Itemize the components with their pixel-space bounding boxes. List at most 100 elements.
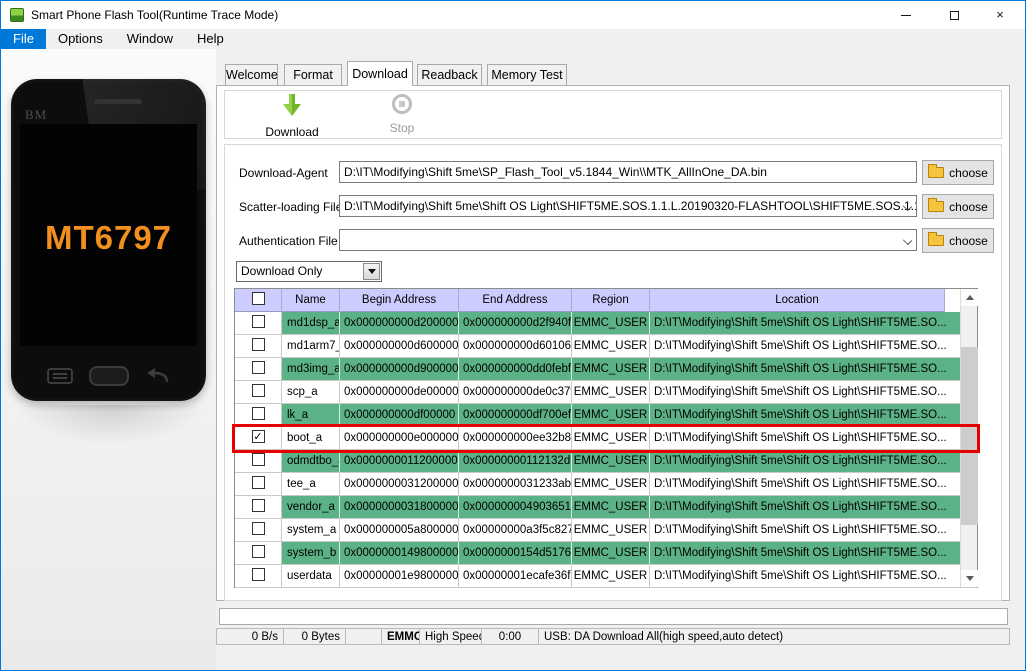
menu-window[interactable]: Window bbox=[115, 29, 185, 49]
cell-begin-address: 0x0000000149800000 bbox=[340, 542, 459, 565]
cell-location: D:\IT\Modifying\Shift 5me\Shift OS Light… bbox=[650, 312, 977, 335]
cell-name: userdata bbox=[282, 565, 340, 588]
cell-region: EMMC_USER bbox=[572, 335, 650, 358]
chevron-down-icon[interactable] bbox=[902, 235, 913, 246]
cell-begin-address: 0x000000000d200000 bbox=[340, 312, 459, 335]
table-row[interactable]: md1dsp_a 0x000000000d200000 0x000000000d… bbox=[235, 312, 977, 335]
cell-location: D:\IT\Modifying\Shift 5me\Shift OS Light… bbox=[650, 519, 977, 542]
download-agent-input[interactable]: D:\IT\Modifying\Shift 5me\SP_Flash_Tool_… bbox=[339, 161, 917, 183]
header-end-address[interactable]: End Address bbox=[459, 289, 572, 312]
menu-file[interactable]: File bbox=[1, 29, 46, 49]
cell-end-address: 0x0000000154d51767 bbox=[459, 542, 572, 565]
cell-end-address: 0x000000000de0c37f bbox=[459, 381, 572, 404]
table-row[interactable]: md1arm7_a 0x000000000d600000 0x000000000… bbox=[235, 335, 977, 358]
download-arrow-icon bbox=[283, 94, 301, 116]
table-row[interactable]: tee_a 0x0000000031200000 0x0000000031233… bbox=[235, 473, 977, 496]
auth-file-input[interactable] bbox=[339, 229, 917, 251]
cell-region: EMMC_USER bbox=[572, 496, 650, 519]
status-bar: 0 B/s 0 Bytes EMMC High Speed 0:00 USB: … bbox=[216, 628, 1010, 645]
row-checkbox[interactable] bbox=[251, 475, 265, 489]
header-select-all[interactable] bbox=[235, 289, 282, 312]
cell-name: vendor_a bbox=[282, 496, 340, 519]
scroll-up-button[interactable] bbox=[961, 289, 978, 306]
maximize-button[interactable] bbox=[931, 1, 977, 29]
row-checkbox[interactable] bbox=[251, 498, 265, 512]
auth-file-label: Authentication File bbox=[239, 234, 338, 248]
row-checkbox-cell[interactable] bbox=[235, 335, 282, 358]
row-checkbox-cell[interactable]: ✓ bbox=[235, 427, 282, 450]
phone-reflection bbox=[15, 405, 205, 445]
table-row[interactable]: md3img_a 0x000000000d900000 0x000000000d… bbox=[235, 358, 977, 381]
cell-region: EMMC_USER bbox=[572, 542, 650, 565]
download-agent-label: Download-Agent bbox=[239, 166, 328, 180]
scatter-file-choose-button[interactable]: choose bbox=[922, 194, 994, 219]
header-location[interactable]: Location bbox=[650, 289, 945, 312]
tab-download[interactable]: Download bbox=[347, 61, 413, 86]
close-button[interactable]: × bbox=[977, 1, 1023, 29]
row-checkbox-cell[interactable] bbox=[235, 542, 282, 565]
row-checkbox-cell[interactable] bbox=[235, 496, 282, 519]
table-row[interactable]: vendor_a 0x0000000031800000 0x0000000049… bbox=[235, 496, 977, 519]
row-checkbox[interactable] bbox=[251, 544, 265, 558]
download-agent-choose-button[interactable]: choose bbox=[922, 160, 994, 185]
row-checkbox-cell[interactable] bbox=[235, 473, 282, 496]
table-row[interactable]: ✓ boot_a 0x000000000e000000 0x000000000e… bbox=[232, 424, 980, 453]
table-row[interactable]: odmdtbo_a 0x0000000011200000 0x000000001… bbox=[235, 450, 977, 473]
cell-location: D:\IT\Modifying\Shift 5me\Shift OS Light… bbox=[650, 496, 977, 519]
row-checkbox-cell[interactable] bbox=[235, 381, 282, 404]
header-region[interactable]: Region bbox=[572, 289, 650, 312]
table-row[interactable]: lk_a 0x000000000df00000 0x000000000df700… bbox=[235, 404, 977, 427]
table-row[interactable]: system_a 0x000000005a800000 0x00000000a3… bbox=[235, 519, 977, 542]
tab-welcome[interactable]: Welcome bbox=[225, 64, 278, 85]
minimize-icon bbox=[901, 15, 911, 17]
table-row[interactable]: scp_a 0x000000000de00000 0x000000000de0c… bbox=[235, 381, 977, 404]
cell-region: EMMC_USER bbox=[572, 519, 650, 542]
menu-help[interactable]: Help bbox=[185, 29, 236, 49]
row-checkbox-cell[interactable] bbox=[235, 565, 282, 588]
cell-end-address: 0x00000000a3f5c827 bbox=[459, 519, 572, 542]
header-name[interactable]: Name bbox=[282, 289, 340, 312]
row-checkbox-cell[interactable] bbox=[235, 358, 282, 381]
row-checkbox[interactable] bbox=[251, 360, 265, 374]
auth-file-choose-button[interactable]: choose bbox=[922, 228, 994, 253]
scatter-file-input[interactable]: D:\IT\Modifying\Shift 5me\Shift OS Light… bbox=[339, 195, 917, 217]
row-checkbox[interactable]: ✓ bbox=[251, 429, 265, 443]
flash-mode-select[interactable]: Download Only bbox=[236, 261, 382, 282]
header-begin-address[interactable]: Begin Address bbox=[340, 289, 459, 312]
row-checkbox[interactable] bbox=[251, 452, 265, 466]
tab-readback[interactable]: Readback bbox=[417, 64, 482, 85]
download-button[interactable]: Download bbox=[247, 94, 337, 139]
cell-end-address: 0x000000000ee32b8f bbox=[459, 427, 572, 450]
cell-region: EMMC_USER bbox=[572, 427, 650, 450]
table-row[interactable]: system_b 0x0000000149800000 0x0000000154… bbox=[235, 542, 977, 565]
row-checkbox[interactable] bbox=[251, 337, 265, 351]
cell-end-address: 0x000000000dd0febf bbox=[459, 358, 572, 381]
row-checkbox[interactable] bbox=[251, 406, 265, 420]
row-checkbox[interactable] bbox=[251, 383, 265, 397]
table-row[interactable]: userdata 0x00000001e9800000 0x00000001ec… bbox=[235, 565, 977, 588]
cell-location: D:\IT\Modifying\Shift 5me\Shift OS Light… bbox=[650, 335, 977, 358]
row-checkbox-cell[interactable] bbox=[235, 312, 282, 335]
row-checkbox-cell[interactable] bbox=[235, 404, 282, 427]
status-elapsed-time: 0:00 bbox=[482, 628, 539, 645]
minimize-button[interactable] bbox=[883, 1, 929, 29]
tab-format[interactable]: Format bbox=[284, 64, 342, 85]
status-empty bbox=[346, 628, 382, 645]
row-checkbox[interactable] bbox=[251, 314, 265, 328]
flash-mode-dropdown-button[interactable] bbox=[363, 263, 380, 280]
tab-memory-test[interactable]: Memory Test bbox=[487, 64, 567, 85]
row-checkbox-cell[interactable] bbox=[235, 519, 282, 542]
menu-options[interactable]: Options bbox=[46, 29, 115, 49]
row-checkbox[interactable] bbox=[251, 567, 265, 581]
settings-area: Download-Agent D:\IT\Modifying\Shift 5me… bbox=[224, 144, 1002, 601]
scroll-down-button[interactable] bbox=[961, 570, 978, 587]
cell-name: odmdtbo_a bbox=[282, 450, 340, 473]
phone-panel: BM MT6797 bbox=[1, 49, 216, 670]
select-all-checkbox[interactable] bbox=[251, 291, 265, 305]
scatter-file-value: D:\IT\Modifying\Shift 5me\Shift OS Light… bbox=[344, 199, 917, 213]
cell-location: D:\IT\Modifying\Shift 5me\Shift OS Light… bbox=[650, 450, 977, 473]
phone-image: BM MT6797 bbox=[11, 79, 206, 401]
row-checkbox-cell[interactable] bbox=[235, 450, 282, 473]
stop-button[interactable]: Stop bbox=[357, 94, 447, 137]
row-checkbox[interactable] bbox=[251, 521, 265, 535]
